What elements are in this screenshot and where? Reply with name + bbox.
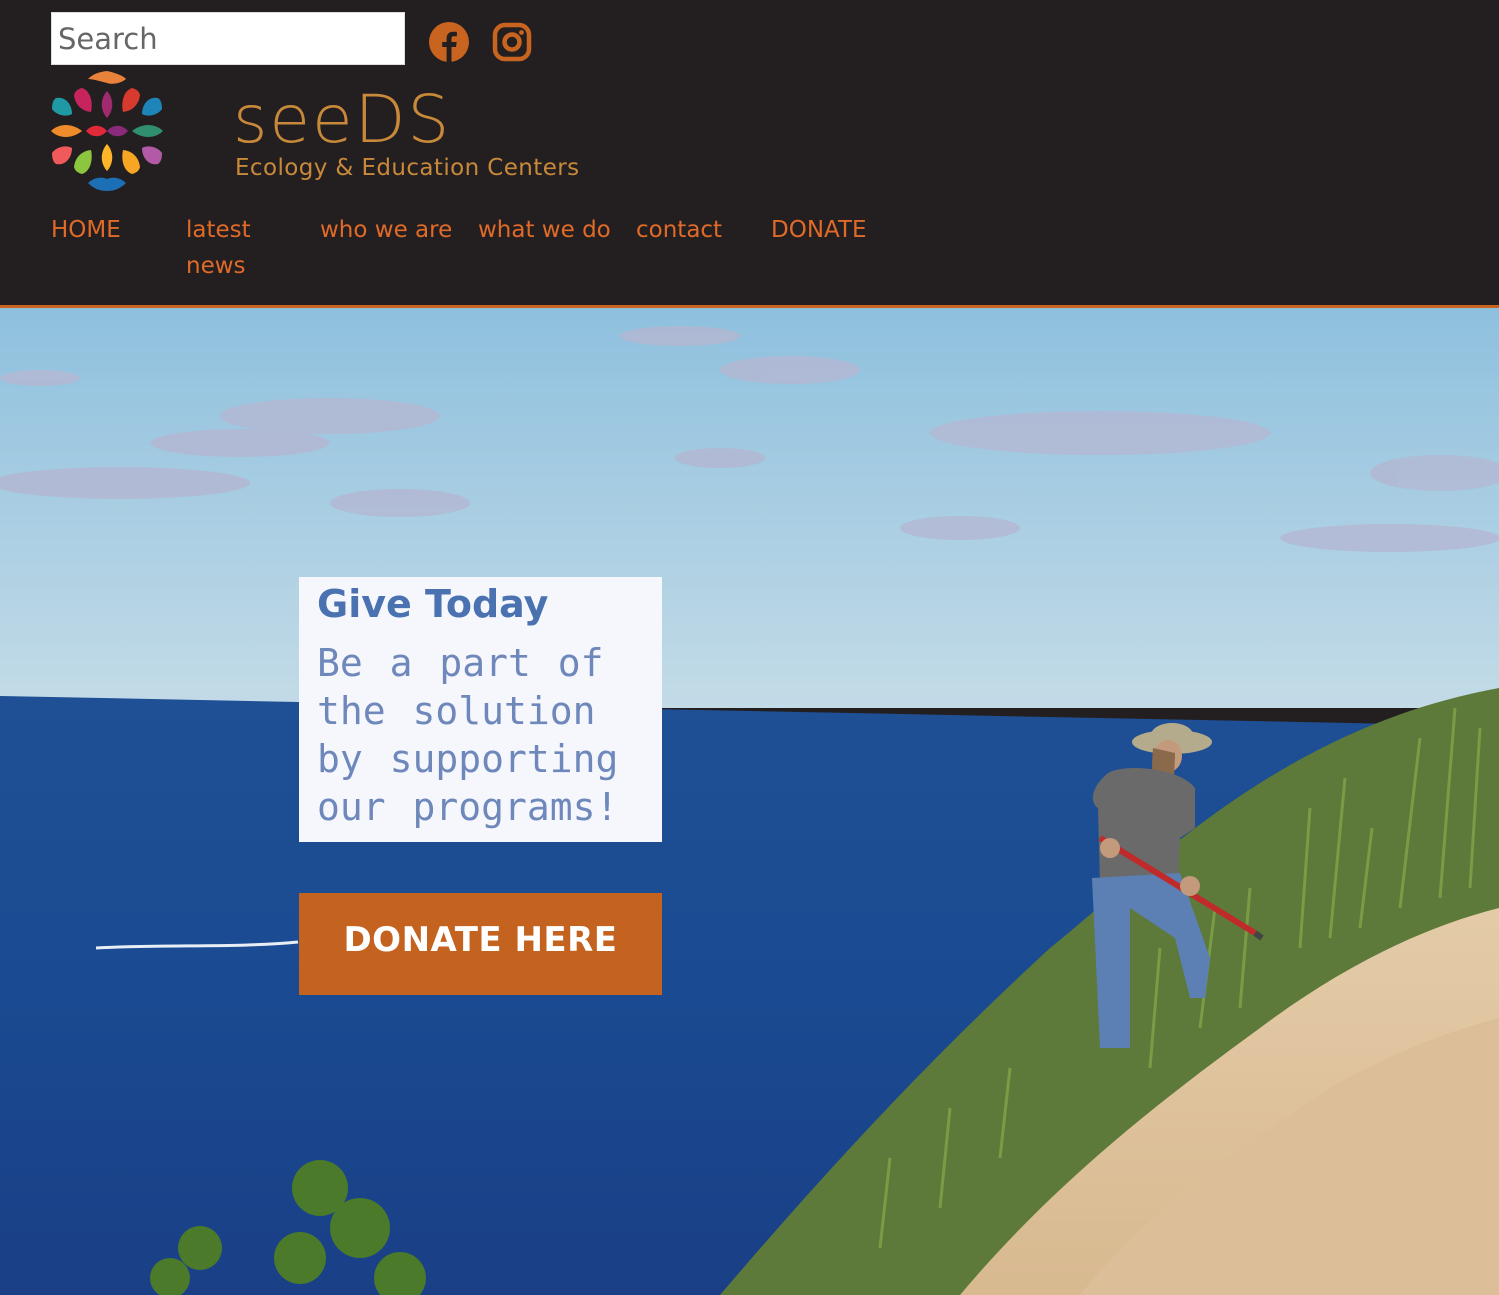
site-header: seeDS Ecology & Education Centers HOME l… <box>0 0 1499 308</box>
nav-latest-news-line1: latest <box>186 217 251 243</box>
donate-here-button[interactable]: DONATE HERE <box>299 893 662 995</box>
hero-photo <box>0 308 1499 1295</box>
nav-donate[interactable]: DONATE <box>771 212 867 248</box>
facebook-icon <box>429 22 469 62</box>
nav-who-we-are[interactable]: who we are <box>320 212 452 248</box>
give-today-card: Give Today Be a part of the solution by … <box>299 577 662 842</box>
brand-tagline: Ecology & Education Centers <box>235 155 580 181</box>
give-today-title: Give Today <box>317 582 549 626</box>
nav-contact[interactable]: contact <box>636 212 722 248</box>
hero-banner <box>0 308 1499 1295</box>
search-input[interactable] <box>51 12 405 65</box>
instagram-icon <box>492 22 532 62</box>
nav-latest-news[interactable]: latest news <box>186 212 251 284</box>
seeds-logo-icon <box>51 71 163 191</box>
nav-home[interactable]: HOME <box>51 212 121 248</box>
nav-latest-news-line2: news <box>186 253 246 279</box>
nav-what-we-do[interactable]: what we do <box>478 212 611 248</box>
instagram-link[interactable] <box>492 22 532 62</box>
facebook-link[interactable] <box>429 22 469 62</box>
give-today-text: Be a part of the solution by supporting … <box>317 641 619 829</box>
